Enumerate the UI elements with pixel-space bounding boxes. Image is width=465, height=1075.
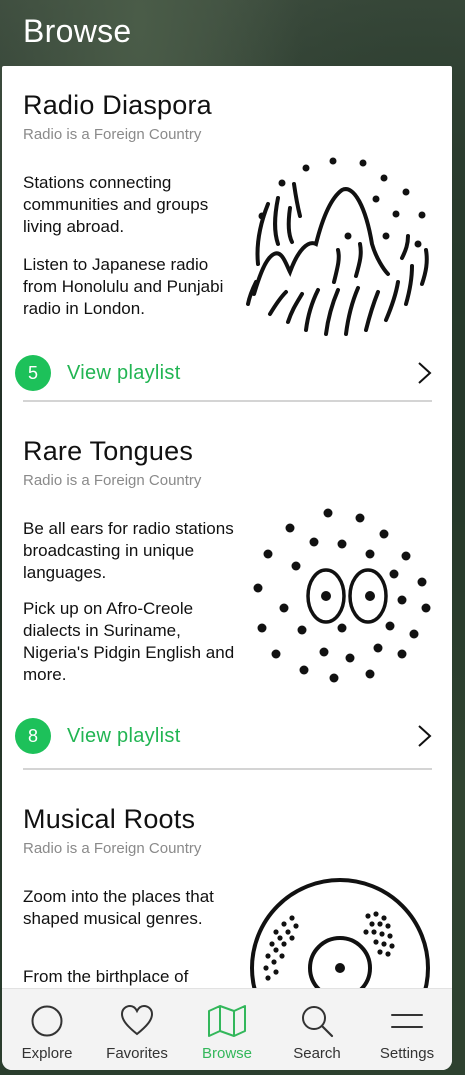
tab-explore[interactable]: Explore [2, 989, 92, 1070]
view-playlist-button[interactable]: 8 View playlist [15, 716, 435, 756]
eyes-dots-icon [253, 508, 431, 683]
page-title: Browse [23, 13, 132, 49]
card-title: Musical Roots [23, 804, 196, 834]
card-description: Be all ears for radio stations broadcast… [23, 519, 234, 582]
browse-sheet[interactable]: Radio Diaspora Radio is a Foreign Countr… [2, 66, 452, 1070]
mountains-icon [246, 157, 429, 336]
chevron-right-icon [418, 362, 432, 384]
card-subtitle: Radio is a Foreign Country [23, 840, 202, 857]
tab-label: Favorites [106, 1045, 168, 1062]
top-bar: Browse [0, 0, 465, 66]
playlist-count-badge: 5 [15, 355, 51, 391]
card-description: Pick up on Afro-Creole dialects in Surin… [23, 599, 235, 684]
card-description: Listen to Japanese radio from Honolulu a… [23, 255, 224, 318]
tab-browse[interactable]: Browse [182, 989, 272, 1070]
view-playlist-label: View playlist [67, 362, 181, 384]
category-card-musical-roots: Musical Roots Radio is a Foreign Country… [2, 804, 452, 1058]
view-playlist-label: View playlist [67, 725, 181, 747]
tab-label: Explore [21, 1045, 73, 1062]
playlist-count-badge: 8 [15, 718, 51, 754]
tab-search[interactable]: Search [272, 989, 362, 1070]
map-icon [208, 1005, 246, 1037]
menu-icon [391, 1014, 423, 1028]
circle-icon [31, 1005, 63, 1037]
category-card-rare-tongues: Rare Tongues Radio is a Foreign Country … [2, 436, 452, 770]
card-title: Rare Tongues [23, 436, 194, 466]
card-description: Zoom into the places that shaped musical… [23, 887, 214, 928]
card-description: From the birthplace of [23, 967, 189, 986]
category-card-radio-diaspora: Radio Diaspora Radio is a Foreign Countr… [2, 90, 452, 402]
card-title: Radio Diaspora [23, 90, 212, 120]
card-description: Stations connecting communities and grou… [23, 173, 209, 236]
chevron-right-icon [418, 725, 432, 747]
card-subtitle: Radio is a Foreign Country [23, 472, 202, 489]
card-subtitle: Radio is a Foreign Country [23, 126, 202, 143]
tab-favorites[interactable]: Favorites [92, 989, 182, 1070]
view-playlist-button[interactable]: 5 View playlist [15, 353, 435, 393]
divider [23, 768, 432, 770]
divider [23, 400, 432, 402]
tab-label: Search [293, 1045, 341, 1062]
search-icon [302, 1006, 334, 1038]
tab-label: Settings [379, 1045, 435, 1062]
heart-icon [120, 1004, 154, 1036]
tab-bar: Explore Favorites Browse Search Settings [2, 988, 452, 1070]
tab-label: Browse [201, 1045, 253, 1062]
tab-settings[interactable]: Settings [362, 989, 452, 1070]
